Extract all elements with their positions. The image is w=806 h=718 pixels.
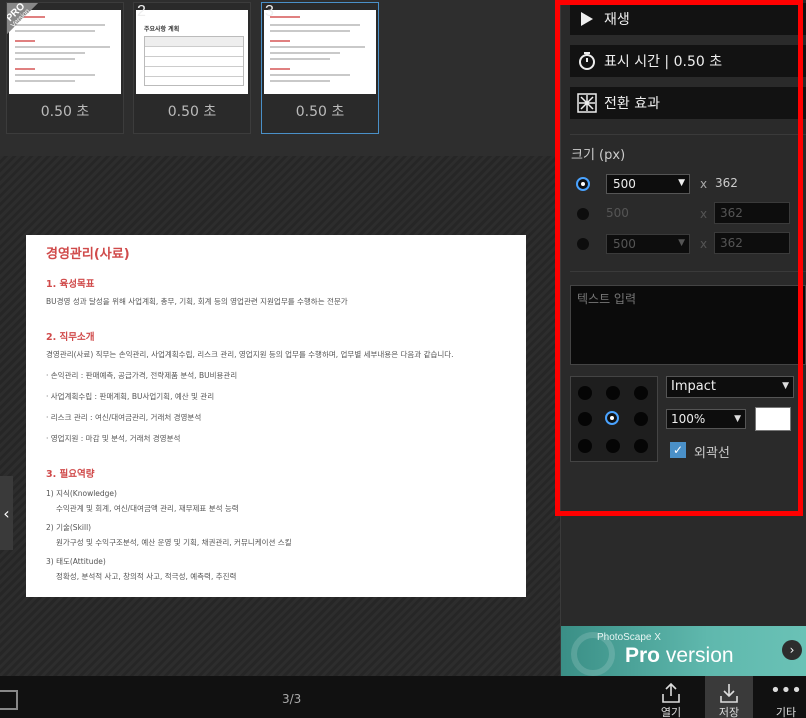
width-value: 500 [613, 237, 636, 251]
play-button[interactable]: 재생 [570, 3, 806, 35]
font-value: Impact [671, 379, 716, 394]
bottom-toolbar: 3/3 열기 저장 ••• 기타 [0, 676, 806, 718]
open-button[interactable]: 열기 [647, 676, 695, 718]
save-button[interactable]: 저장 [705, 676, 753, 718]
play-icon [570, 11, 604, 27]
list-item: · 영업지원 : 마감 및 분석, 거래처 경영분석 [46, 434, 181, 443]
open-label: 열기 [660, 706, 682, 718]
size-radio-2[interactable] [576, 207, 590, 221]
thumbnail-3[interactable]: 3 0.50 초 [261, 2, 379, 134]
thumbnail-duration: 0.50 초 [295, 104, 345, 120]
times-symbol: x [700, 237, 708, 251]
stopwatch-icon [570, 51, 604, 71]
app-window: PRO Version 0.50 초 주요사항 계획 2 0.50 초 3 0.… [0, 0, 806, 718]
transition-effect-button[interactable]: 전환 효과 [570, 87, 806, 119]
transition-label: 전환 효과 [604, 96, 660, 112]
size-radio-1[interactable] [576, 177, 590, 191]
height-input-3[interactable]: 362 [714, 232, 790, 254]
position-top-right[interactable] [634, 386, 648, 400]
list-item: · 리스크 관리 : 여신/대여금관리, 거래처 경영분석 [46, 413, 202, 422]
list-item: 2) 기술(Skill) [46, 523, 92, 532]
section-text: BU경영 성과 달성을 위해 사업계획, 총무, 기획, 회계 등의 영업관련 … [46, 297, 348, 306]
thumbnail-strip: PRO Version 0.50 초 주요사항 계획 2 0.50 초 3 0.… [0, 0, 560, 156]
divider [570, 134, 806, 135]
thumbnail-number: 3 [265, 3, 274, 20]
save-label: 저장 [718, 706, 740, 718]
thumbnail-number: 2 [137, 3, 146, 20]
section-heading: 1. 육성목표 [46, 279, 95, 290]
width-select-1[interactable]: 500 ▼ [606, 174, 690, 194]
text-input[interactable]: 텍스트 입력 [570, 285, 806, 365]
position-middle-right[interactable] [634, 412, 648, 426]
previous-arrow-icon[interactable]: ‹ [0, 476, 13, 550]
position-bottom-right[interactable] [634, 439, 648, 453]
download-icon [705, 676, 753, 704]
list-item-detail: 원가구성 및 수익구조분석, 예산 운영 및 기획, 채권관리, 커뮤니케이션 … [56, 538, 292, 547]
more-label: 기타 [775, 706, 797, 718]
more-dots-icon: ••• [770, 679, 802, 701]
view-toggle-icon[interactable] [0, 690, 18, 710]
position-center[interactable] [605, 411, 619, 425]
width-select-3[interactable]: 500 ▼ [606, 234, 690, 254]
list-item: 1) 지식(Knowledge) [46, 489, 117, 498]
document-preview: 경영관리(사료) 1. 육성목표 BU경영 성과 달성을 위해 사업계획, 총무… [26, 235, 526, 597]
width-value: 500 [613, 177, 636, 191]
text-position-grid[interactable] [570, 376, 658, 462]
banner-pro-text: Pro version [625, 644, 734, 668]
size-label: 크기 (px) [571, 148, 626, 163]
list-item: · 손익관리 : 판매예측, 공급가격, 전략제품 분석, BU비용관리 [46, 371, 238, 380]
font-select[interactable]: Impact ▼ [666, 376, 794, 398]
thumbnail-1[interactable]: PRO Version 0.50 초 [6, 2, 124, 134]
more-button[interactable]: ••• 기타 [762, 676, 806, 718]
banner-pro-word: Pro [625, 644, 661, 667]
size-radio-3[interactable] [576, 237, 590, 251]
section-heading: 2. 직무소개 [46, 332, 95, 343]
height-input-2[interactable]: 362 [714, 202, 790, 224]
display-time-label: 표시 시간 | 0.50 초 [604, 54, 723, 70]
section-text: 경영관리(사료) 직무는 손익관리, 사업계획수립, 리스크 관리, 영업지원 … [46, 350, 454, 359]
transition-icon [570, 93, 604, 113]
pro-version-banner[interactable]: PhotoScape X Pro version › [561, 626, 806, 676]
pro-version-badge: PRO Version [7, 3, 51, 47]
banner-app-name: PhotoScape X [597, 632, 661, 643]
position-bottom-left[interactable] [578, 439, 592, 453]
thumbnail-duration: 0.50 초 [167, 104, 217, 120]
share-icon [647, 676, 695, 704]
outline-label: 외곽선 [694, 446, 730, 461]
width-value-2: 500 [606, 206, 629, 220]
position-top-left[interactable] [578, 386, 592, 400]
thumbnail-table-title: 주요사항 계획 [144, 26, 180, 33]
document-title: 경영관리(사료) [46, 247, 130, 262]
list-item-detail: 정확성, 분석적 사고, 창의적 사고, 적극성, 예측력, 추진력 [56, 572, 237, 581]
banner-version-word: version [660, 644, 734, 667]
times-symbol: x [700, 207, 708, 221]
text-color-swatch[interactable] [755, 407, 791, 431]
font-size-select[interactable]: 100% ▼ [666, 409, 746, 429]
display-time-button[interactable]: 표시 시간 | 0.50 초 [570, 45, 806, 77]
page-indicator: 3/3 [282, 692, 302, 706]
position-middle-left[interactable] [578, 412, 592, 426]
play-label: 재생 [604, 12, 630, 28]
thumbnail-page-preview [264, 10, 376, 94]
thumbnail-page-preview: 주요사항 계획 [136, 10, 248, 94]
list-item-detail: 수익관계 및 회계, 여신/대여금액 관리, 재무제표 분석 능력 [56, 504, 239, 513]
times-symbol: x [700, 177, 708, 191]
outline-checkbox[interactable]: ✓ [670, 442, 686, 458]
thumbnail-duration: 0.50 초 [40, 104, 90, 120]
list-item: 3) 태도(Attitude) [46, 557, 106, 566]
position-bottom-center[interactable] [606, 439, 620, 453]
divider [570, 271, 806, 272]
chevron-right-icon[interactable]: › [782, 640, 802, 660]
height-value-1: 362 [715, 176, 738, 190]
font-size-value: 100% [671, 412, 706, 426]
list-item: · 사업계획수립 : 판매계획, BU사업기획, 예산 및 관리 [46, 392, 215, 401]
thumbnail-2[interactable]: 주요사항 계획 2 0.50 초 [133, 2, 251, 134]
section-heading: 3. 필요역량 [46, 469, 95, 480]
position-top-center[interactable] [606, 386, 620, 400]
